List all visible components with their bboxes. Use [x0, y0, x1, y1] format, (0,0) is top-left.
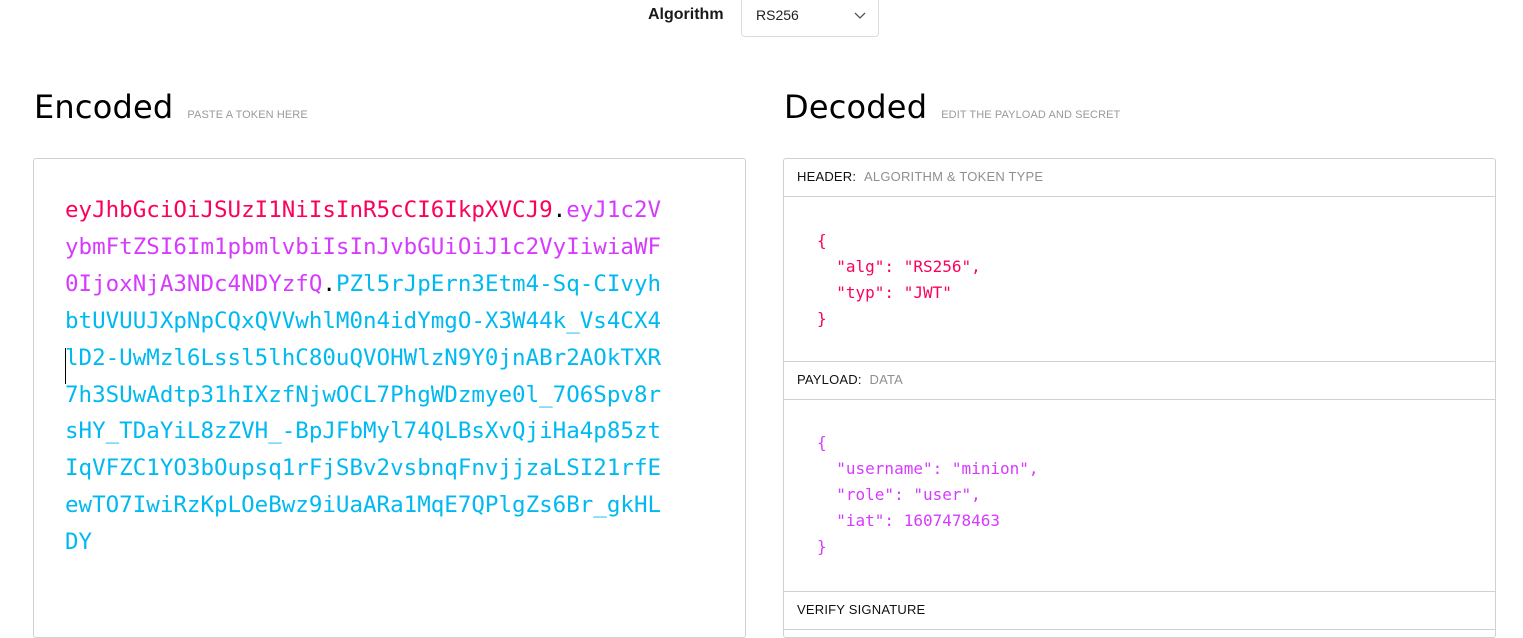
decoded-panel: HEADER: ALGORITHM & TOKEN TYPE { "alg": …	[783, 158, 1496, 638]
chevron-down-icon	[854, 12, 866, 19]
token-signature-part: PZl5rJpErn3Etm4-Sq-CIvyhbtUVUUJXpNpCQxQV…	[65, 270, 662, 556]
encoded-title: Encoded	[34, 88, 174, 126]
algorithm-selected-value: RS256	[756, 7, 799, 23]
header-section-label: HEADER:	[797, 169, 857, 184]
token-dot-separator: .	[322, 270, 336, 297]
algorithm-row: Algorithm RS256	[648, 0, 879, 38]
header-section-title: HEADER: ALGORITHM & TOKEN TYPE	[784, 159, 1495, 197]
payload-json[interactable]: { "username": "minion", "role": "user", …	[817, 430, 1039, 560]
text-caret	[65, 348, 66, 384]
verify-signature-title: VERIFY SIGNATURE	[784, 592, 1495, 630]
payload-section-title: PAYLOAD: DATA	[784, 362, 1495, 400]
decoded-hint: EDIT THE PAYLOAD AND SECRET	[941, 109, 1121, 121]
encoded-heading: Encoded PASTE A TOKEN HERE	[34, 88, 308, 126]
header-json-editor[interactable]: { "alg": "RS256", "typ": "JWT" }	[784, 197, 1495, 362]
encoded-hint: PASTE A TOKEN HERE	[187, 109, 308, 121]
payload-section-sublabel: DATA	[869, 372, 904, 387]
encoded-token-text[interactable]: eyJhbGciOiJSUzI1NiIsInR5cCI6IkpXVCJ9.eyJ…	[65, 192, 665, 561]
token-dot-separator: .	[552, 197, 567, 223]
decoded-title: Decoded	[784, 88, 928, 126]
header-section-sublabel: ALGORITHM & TOKEN TYPE	[864, 169, 1044, 184]
header-json[interactable]: { "alg": "RS256", "typ": "JWT" }	[817, 228, 981, 332]
payload-section-label: PAYLOAD:	[797, 372, 862, 387]
algorithm-select[interactable]: RS256	[741, 0, 879, 37]
encoded-token-editor[interactable]: eyJhbGciOiJSUzI1NiIsInR5cCI6IkpXVCJ9.eyJ…	[33, 158, 746, 638]
payload-json-editor[interactable]: { "username": "minion", "role": "user", …	[784, 400, 1495, 592]
verify-signature-label: VERIFY SIGNATURE	[797, 602, 926, 617]
token-header-part: eyJhbGciOiJSUzI1NiIsInR5cCI6IkpXVCJ9	[65, 197, 553, 223]
algorithm-label: Algorithm	[648, 6, 724, 23]
decoded-heading: Decoded EDIT THE PAYLOAD AND SECRET	[784, 88, 1120, 126]
